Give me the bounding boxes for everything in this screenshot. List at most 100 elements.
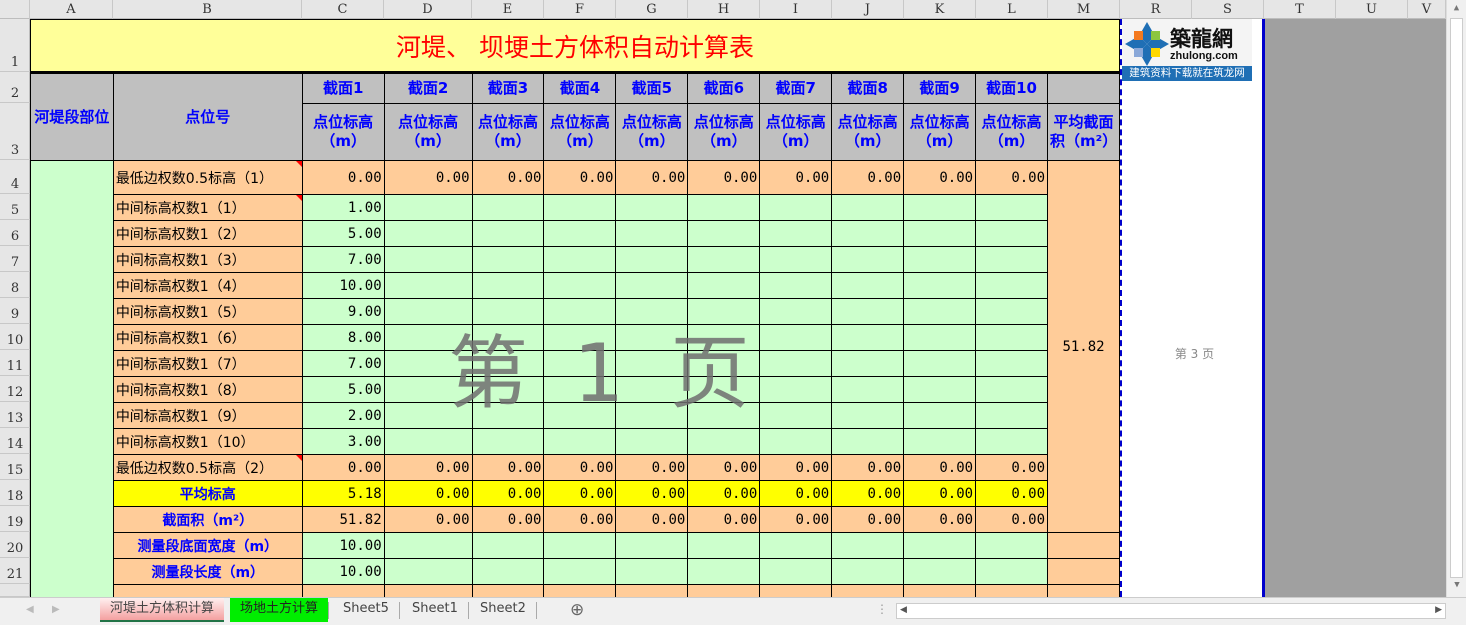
- row-header[interactable]: 15: [0, 454, 30, 480]
- value-cell[interactable]: [831, 402, 905, 429]
- value-cell[interactable]: 0.00: [975, 160, 1049, 195]
- horizontal-scrollbar[interactable]: ◀ ▶: [896, 603, 1446, 619]
- scroll-right-icon[interactable]: ▶: [1435, 605, 1442, 615]
- value-cell[interactable]: [383, 376, 473, 403]
- value-cell[interactable]: [471, 194, 545, 221]
- value-cell[interactable]: [903, 376, 977, 403]
- column-header[interactable]: V: [1408, 0, 1446, 19]
- column-header[interactable]: M: [1048, 0, 1120, 19]
- row-header[interactable]: 2: [0, 72, 30, 103]
- m-cell[interactable]: [1047, 532, 1120, 559]
- row-label[interactable]: 最低边权数0.5标高（1）: [112, 160, 303, 195]
- value-cell[interactable]: [543, 402, 617, 429]
- value-cell[interactable]: [903, 350, 977, 377]
- row-header[interactable]: 19: [0, 506, 30, 532]
- value-cell[interactable]: 0.00: [975, 454, 1049, 481]
- value-cell[interactable]: 0.00: [975, 506, 1049, 533]
- row-label[interactable]: 中间标高权数1（8）: [112, 376, 303, 403]
- value-cell[interactable]: 0.00: [615, 160, 689, 195]
- value-cell[interactable]: [831, 298, 905, 325]
- value-cell[interactable]: [471, 376, 545, 403]
- value-cell[interactable]: [903, 324, 977, 351]
- value-cell[interactable]: [903, 246, 977, 273]
- value-cell[interactable]: [383, 298, 473, 325]
- value-cell[interactable]: 0.00: [471, 480, 545, 507]
- vertical-scrollbar[interactable]: ▲ ▼: [1446, 0, 1466, 597]
- value-cell[interactable]: [471, 428, 545, 455]
- value-cell[interactable]: [615, 272, 689, 299]
- value-cell[interactable]: [543, 272, 617, 299]
- value-cell[interactable]: [903, 532, 977, 559]
- value-cell[interactable]: 7.00: [301, 246, 385, 273]
- column-header[interactable]: C: [302, 0, 384, 19]
- column-header[interactable]: E: [472, 0, 544, 19]
- row-header[interactable]: 21: [0, 558, 30, 584]
- row-label[interactable]: 中间标高权数1（3）: [112, 246, 303, 273]
- value-cell[interactable]: 0.00: [903, 160, 977, 195]
- row-header[interactable]: 14: [0, 428, 30, 454]
- value-cell[interactable]: [543, 376, 617, 403]
- value-cell[interactable]: [615, 324, 689, 351]
- value-cell[interactable]: [383, 532, 473, 559]
- value-cell[interactable]: 0.00: [903, 480, 977, 507]
- value-cell[interactable]: [543, 246, 617, 273]
- value-cell[interactable]: [975, 402, 1049, 429]
- value-cell[interactable]: [615, 584, 689, 597]
- value-cell[interactable]: [975, 272, 1049, 299]
- value-cell[interactable]: [543, 584, 617, 597]
- value-cell[interactable]: 0.00: [383, 480, 473, 507]
- value-cell[interactable]: [687, 272, 761, 299]
- row-header[interactable]: 12: [0, 376, 30, 402]
- value-cell[interactable]: 0.00: [975, 480, 1049, 507]
- value-cell[interactable]: [687, 376, 761, 403]
- value-cell[interactable]: 10.00: [301, 272, 385, 299]
- row-header[interactable]: 5: [0, 194, 30, 220]
- value-cell[interactable]: 0.00: [759, 480, 833, 507]
- value-cell[interactable]: [383, 584, 473, 597]
- value-cell[interactable]: [615, 350, 689, 377]
- scroll-left-icon[interactable]: ◀: [900, 605, 907, 615]
- row-header[interactable]: 8: [0, 272, 30, 298]
- value-cell[interactable]: [615, 376, 689, 403]
- value-cell[interactable]: [543, 558, 617, 585]
- value-cell[interactable]: [831, 324, 905, 351]
- m-cell[interactable]: [1047, 584, 1120, 597]
- value-cell[interactable]: [543, 298, 617, 325]
- row-header[interactable]: 18: [0, 480, 30, 506]
- value-cell[interactable]: [471, 584, 545, 597]
- value-cell[interactable]: 0.00: [383, 160, 473, 195]
- value-cell[interactable]: 0.00: [543, 506, 617, 533]
- value-cell[interactable]: [471, 558, 545, 585]
- prev-sheet-icon[interactable]: ◀: [26, 604, 34, 615]
- row-label[interactable]: [112, 584, 303, 597]
- value-cell[interactable]: [615, 220, 689, 247]
- column-header[interactable]: K: [904, 0, 976, 19]
- row-label[interactable]: 测量段长度（m）: [112, 558, 303, 585]
- value-cell[interactable]: 0.00: [759, 160, 833, 195]
- value-cell[interactable]: [975, 428, 1049, 455]
- m-cell[interactable]: [1047, 558, 1120, 585]
- row-label[interactable]: 中间标高权数1（1）: [112, 194, 303, 221]
- value-cell[interactable]: [615, 558, 689, 585]
- value-cell[interactable]: [903, 220, 977, 247]
- value-cell[interactable]: [543, 532, 617, 559]
- value-cell[interactable]: [903, 298, 977, 325]
- value-cell[interactable]: [383, 324, 473, 351]
- row-header[interactable]: 3: [0, 103, 30, 160]
- value-cell[interactable]: [903, 428, 977, 455]
- value-cell[interactable]: 0.00: [471, 454, 545, 481]
- scroll-up-icon[interactable]: ▲: [1447, 0, 1466, 17]
- row-label[interactable]: 中间标高权数1（6）: [112, 324, 303, 351]
- value-cell[interactable]: [687, 532, 761, 559]
- value-cell[interactable]: [903, 584, 977, 597]
- value-cell[interactable]: [831, 584, 905, 597]
- value-cell[interactable]: [615, 194, 689, 221]
- value-cell[interactable]: [615, 402, 689, 429]
- scroll-down-icon[interactable]: ▼: [1447, 580, 1466, 597]
- value-cell[interactable]: 0.00: [687, 506, 761, 533]
- row-header[interactable]: 1: [0, 19, 30, 72]
- row-label[interactable]: 平均标高: [112, 480, 303, 507]
- value-cell[interactable]: 0.00: [471, 506, 545, 533]
- value-cell[interactable]: 0.00: [615, 506, 689, 533]
- value-cell[interactable]: [759, 532, 833, 559]
